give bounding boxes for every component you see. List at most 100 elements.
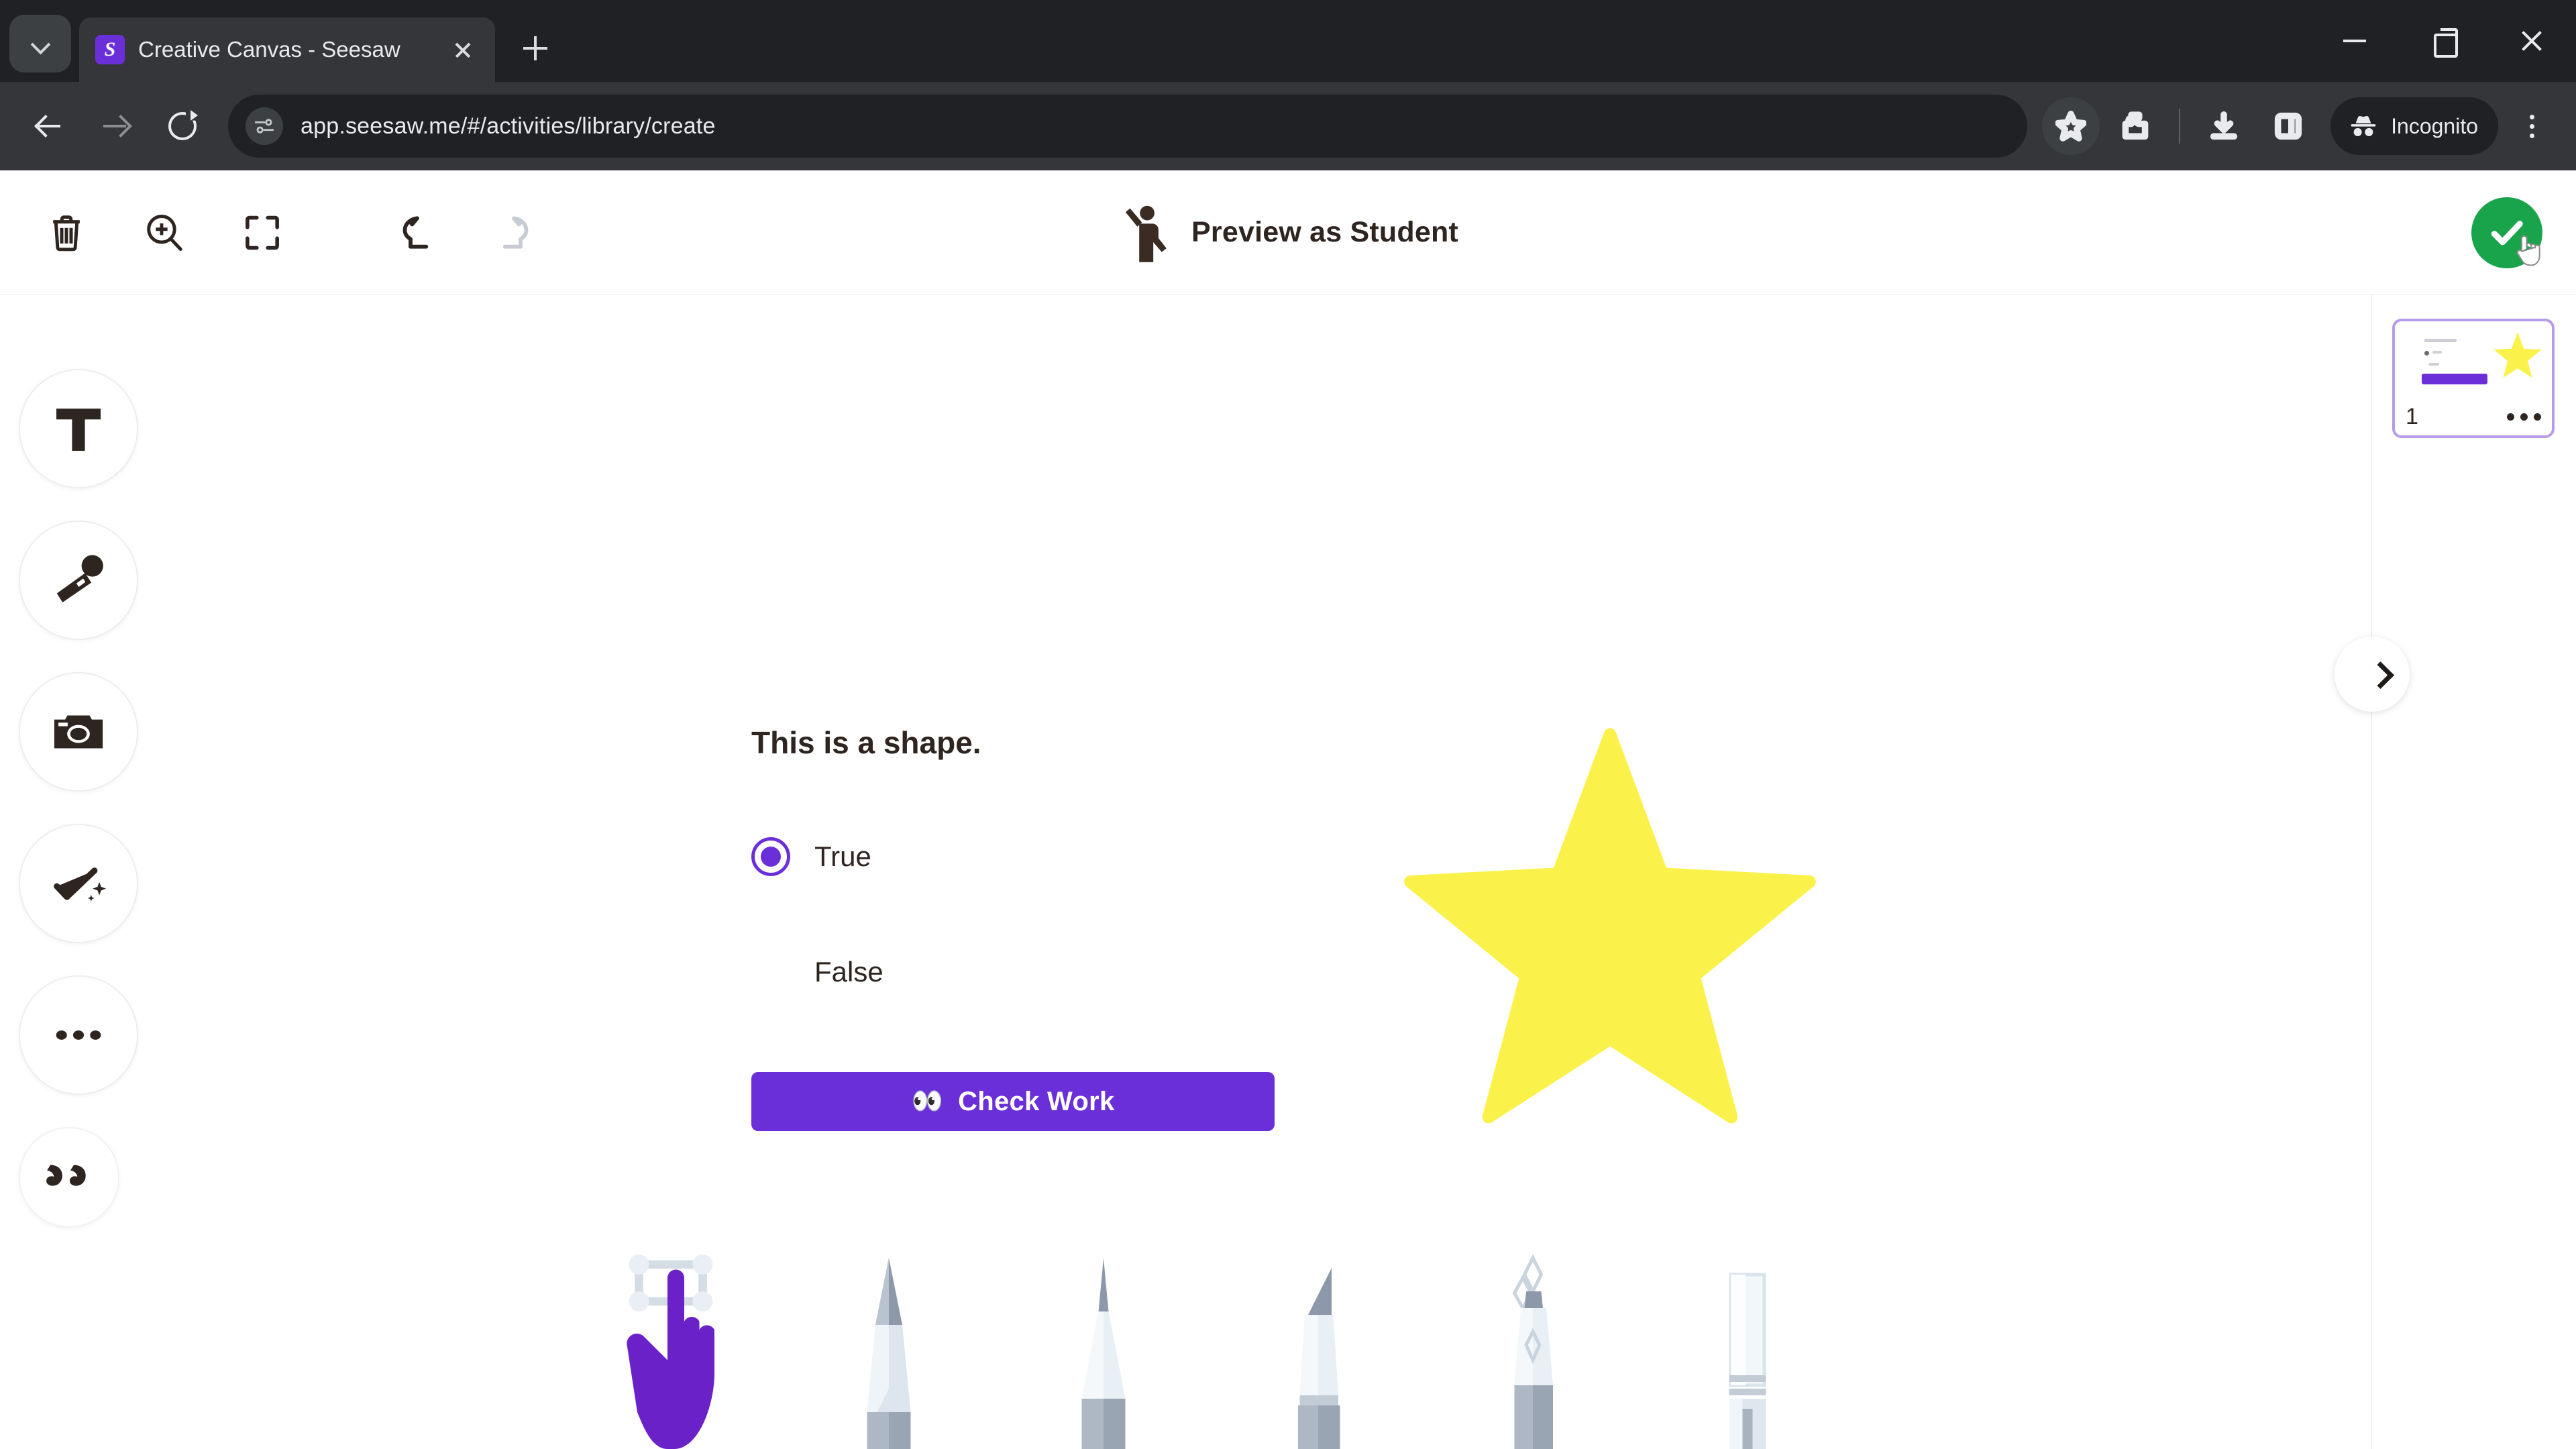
- marker-tool[interactable]: [1268, 1254, 1368, 1449]
- fit-frame-icon: [246, 215, 279, 250]
- seesaw-favicon: S: [95, 35, 125, 64]
- glitter-pen-tool[interactable]: [1483, 1254, 1583, 1449]
- redo-icon: [502, 216, 529, 249]
- move-select-tool[interactable]: [624, 1254, 724, 1449]
- question-prompt: This is a shape.: [751, 725, 981, 760]
- url-text: app.seesaw.me/#/activities/library/creat…: [301, 113, 716, 139]
- extensions-icon[interactable]: [2106, 97, 2164, 155]
- reload-icon: [168, 110, 198, 140]
- incognito-icon: [2351, 115, 2376, 136]
- close-icon[interactable]: [445, 32, 480, 67]
- done-button[interactable]: [2471, 197, 2542, 268]
- browser-window: S Creative Canvas - Seesaw app.seesaw.me…: [0, 0, 2576, 1449]
- tool-rail: [19, 369, 138, 1228]
- page-panel: 1 Add Page: [2334, 295, 2576, 1449]
- radio-true[interactable]: [751, 837, 790, 876]
- restore-icon[interactable]: [2399, 0, 2487, 82]
- thumb-text-line: [2428, 363, 2439, 366]
- photo-tool[interactable]: [19, 672, 138, 792]
- trash-icon: [53, 215, 80, 251]
- browser-tab[interactable]: S Creative Canvas - Seesaw: [79, 17, 495, 82]
- mouse-cursor-hand-icon: [2516, 235, 2540, 266]
- fit-screen-tool[interactable]: [221, 192, 303, 274]
- check-sparkle-icon: [54, 867, 107, 902]
- site-settings-icon[interactable]: [246, 107, 283, 145]
- quote-tool[interactable]: [19, 1127, 119, 1228]
- page-number: 1: [2406, 404, 2418, 429]
- back-arrow-icon: [35, 113, 62, 140]
- thumb-text-line: [2432, 351, 2442, 354]
- forward-button[interactable]: [85, 95, 146, 157]
- page-thumbnails: 1: [2372, 295, 2576, 438]
- option-true-label: True: [814, 841, 871, 872]
- undo-icon: [402, 216, 429, 249]
- tab-strip: S Creative Canvas - Seesaw: [0, 0, 2576, 82]
- question-block: This is a shape. True False 👀 Check Work: [751, 724, 1422, 1131]
- chevron-right-icon: [2371, 665, 2388, 683]
- close-icon[interactable]: [2487, 0, 2576, 82]
- address-bar[interactable]: app.seesaw.me/#/activities/library/creat…: [228, 95, 2028, 158]
- eraser-icon: [1729, 1273, 1766, 1449]
- magnifier-plus-icon: [147, 214, 182, 251]
- done-button-wrap: [2471, 197, 2542, 268]
- incognito-label: Incognito: [2391, 113, 2478, 138]
- pen-tool[interactable]: [1053, 1254, 1154, 1449]
- camera-icon: [54, 715, 103, 749]
- thumb-check-button: [2422, 374, 2487, 384]
- bookmark-star-icon[interactable]: [2042, 97, 2100, 155]
- minimize-icon[interactable]: [2310, 0, 2399, 82]
- page-menu-button[interactable]: [2507, 413, 2541, 421]
- side-panel-icon[interactable]: [2259, 97, 2317, 155]
- star-shape[interactable]: [1402, 724, 1818, 1127]
- student-raising-hand-icon: [1125, 205, 1167, 262]
- page-thumbnail-1[interactable]: 1: [2392, 319, 2555, 438]
- canvas-area[interactable]: This is a shape. True False 👀 Check Work: [0, 295, 2576, 1449]
- more-tools[interactable]: [19, 975, 138, 1095]
- forward-arrow-icon: [102, 113, 129, 140]
- preview-label: Preview as Student: [1191, 216, 1458, 248]
- zoom-in-tool[interactable]: [123, 192, 205, 274]
- marker-icon: [1298, 1268, 1340, 1449]
- kebab-menu-icon[interactable]: [2505, 97, 2559, 155]
- chevron-down-icon: [32, 35, 49, 52]
- quote-marks-icon: [46, 1165, 86, 1186]
- browser-toolbar: app.seesaw.me/#/activities/library/creat…: [0, 82, 2576, 170]
- option-false[interactable]: False: [751, 953, 1422, 991]
- tab-search-button[interactable]: [9, 15, 71, 72]
- new-tab-button[interactable]: [508, 21, 562, 75]
- eyes-icon: 👀: [911, 1087, 944, 1116]
- radio-false[interactable]: [751, 953, 790, 991]
- pencil-tool[interactable]: [839, 1254, 939, 1449]
- toolbar-divider: [2179, 109, 2181, 144]
- reload-button[interactable]: [152, 95, 213, 157]
- option-true[interactable]: True: [751, 837, 1422, 876]
- seesaw-app: Preview as Student This is a shape. True…: [0, 170, 2576, 1449]
- thumb-radio-dot: [2424, 351, 2429, 356]
- back-button[interactable]: [17, 95, 79, 157]
- hand-move-icon: [627, 1254, 714, 1449]
- text-tool[interactable]: [19, 369, 138, 488]
- option-false-label: False: [814, 956, 883, 987]
- app-toolbar: Preview as Student: [0, 170, 2576, 295]
- undo-tool[interactable]: [376, 192, 458, 274]
- ellipsis-icon: [56, 1030, 101, 1040]
- downloads-icon[interactable]: [2195, 97, 2253, 155]
- check-work-label: Check Work: [958, 1086, 1115, 1116]
- pen-icon: [1081, 1258, 1126, 1449]
- pencil-icon: [867, 1258, 911, 1449]
- thumb-star-icon: [2493, 331, 2542, 378]
- delete-tool[interactable]: [25, 192, 107, 274]
- thumb-text-line: [2424, 339, 2457, 342]
- window-controls: [2310, 0, 2576, 82]
- voice-recording-tool[interactable]: [19, 521, 138, 640]
- omnibox-actions: Incognito: [2042, 97, 2559, 155]
- check-work-button[interactable]: 👀 Check Work: [751, 1072, 1275, 1131]
- check-tool[interactable]: [19, 824, 138, 943]
- incognito-indicator[interactable]: Incognito: [2330, 97, 2498, 155]
- glitter-pen-icon: [1512, 1254, 1553, 1449]
- text-t-icon: [56, 409, 101, 451]
- redo-tool[interactable]: [474, 192, 555, 274]
- app-toolbar-left: [0, 192, 555, 274]
- eraser-tool[interactable]: [1697, 1254, 1798, 1449]
- collapse-panel-button[interactable]: [2334, 637, 2410, 712]
